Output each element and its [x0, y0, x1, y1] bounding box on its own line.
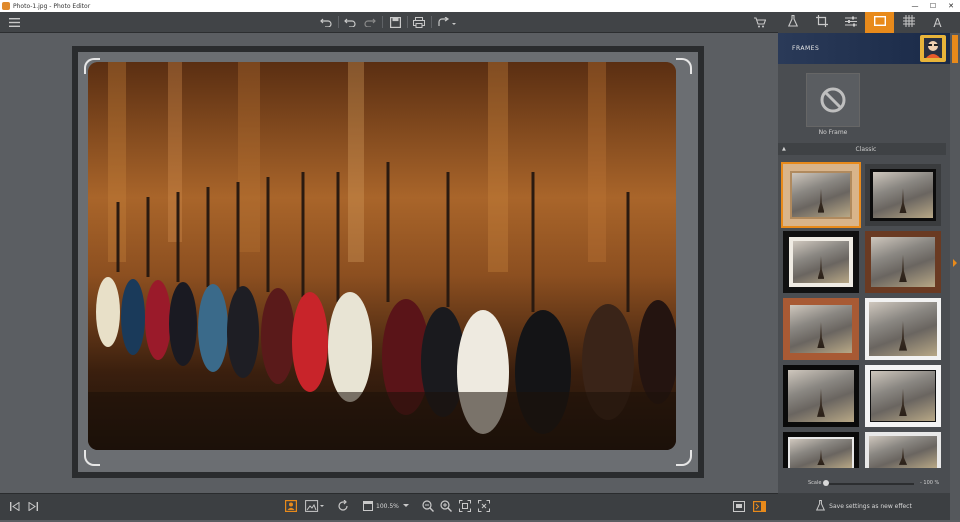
- redo-alt-icon[interactable]: [362, 14, 378, 30]
- zoom-value: 100.5%: [376, 502, 399, 510]
- scale-label: Scale: [808, 480, 822, 486]
- frame-corner-tl: [84, 58, 100, 74]
- text-tab[interactable]: A: [923, 12, 952, 33]
- portrait-view-icon[interactable]: [285, 499, 297, 513]
- compare-view-icon[interactable]: [305, 499, 325, 513]
- canvas-area[interactable]: [0, 33, 778, 493]
- framed-photo[interactable]: [72, 46, 704, 478]
- frames-panel: FRAMES No Frame ▲ Classic Scale - 100 % …: [778, 33, 950, 520]
- frame-icon: [873, 15, 886, 29]
- panel-title: FRAMES: [792, 45, 820, 52]
- first-image-icon[interactable]: [10, 499, 20, 513]
- zoom-select[interactable]: 100.5%: [363, 499, 409, 513]
- fit-to-screen-icon[interactable]: [459, 499, 471, 513]
- right-panel-tabs: A: [778, 12, 960, 33]
- frame-thumb-5[interactable]: [783, 298, 859, 360]
- maximize-button[interactable]: ☐: [924, 0, 942, 12]
- close-button[interactable]: ✕: [942, 0, 960, 12]
- avatar: [920, 35, 946, 62]
- frames-tab[interactable]: [865, 12, 894, 33]
- panel-header-banner: FRAMES: [778, 33, 950, 64]
- crop-tab[interactable]: [807, 12, 836, 33]
- photo-image[interactable]: [88, 62, 676, 450]
- scale-value: - 100 %: [920, 480, 940, 486]
- rotate-icon[interactable]: [337, 499, 349, 513]
- actual-size-icon[interactable]: [478, 499, 490, 513]
- zoom-out-icon[interactable]: [422, 499, 434, 513]
- redo-icon[interactable]: [342, 14, 358, 30]
- no-frame-icon: [820, 87, 846, 113]
- cart-icon[interactable]: [752, 14, 768, 30]
- minimize-button[interactable]: —: [906, 0, 924, 12]
- adjust-tab[interactable]: [836, 12, 865, 33]
- frame-thumb-3[interactable]: [783, 231, 859, 293]
- texture-icon: [902, 15, 915, 30]
- frame-thumb-1[interactable]: [781, 162, 861, 228]
- panel-scrollbar[interactable]: [950, 33, 960, 520]
- window-title: Photo-1.jpg - Photo Editor: [13, 2, 91, 10]
- scale-control: Scale - 100 %: [778, 476, 950, 490]
- zoom-in-icon[interactable]: [440, 499, 452, 513]
- scale-slider-track[interactable]: [824, 483, 914, 485]
- share-icon[interactable]: [436, 14, 458, 30]
- save-icon[interactable]: [387, 14, 403, 30]
- save-settings-button[interactable]: Save settings as new effect: [778, 493, 950, 520]
- hamburger-icon[interactable]: [6, 14, 22, 30]
- text-icon: A: [933, 15, 942, 30]
- frame-thumb-10[interactable]: [865, 432, 941, 468]
- next-image-icon[interactable]: [28, 499, 38, 513]
- frame-thumb-2[interactable]: [865, 164, 941, 226]
- frame-thumb-6[interactable]: [865, 298, 941, 360]
- side-panel-toggle-icon[interactable]: [753, 499, 766, 513]
- window-titlebar: Photo-1.jpg - Photo Editor — ☐ ✕: [0, 0, 960, 12]
- filmstrip-icon[interactable]: [733, 499, 745, 513]
- effects-tab[interactable]: [778, 12, 807, 33]
- no-frame-label: No Frame: [818, 129, 848, 136]
- flask-icon: [816, 499, 826, 514]
- bottom-toolbar: 100.5%: [0, 493, 778, 520]
- flask-icon: [787, 14, 798, 30]
- frame-thumb-4[interactable]: [865, 231, 941, 293]
- frame-thumb-9[interactable]: [783, 432, 859, 468]
- classic-section-header[interactable]: ▲ Classic: [778, 143, 946, 155]
- crop-icon: [815, 15, 828, 30]
- adjust-icon: [844, 16, 857, 30]
- no-frame-option[interactable]: [806, 73, 860, 127]
- main-toolbar: [0, 12, 778, 33]
- app-logo-icon: [2, 2, 10, 10]
- section-label: Classic: [855, 145, 877, 153]
- frame-thumb-7[interactable]: [783, 365, 859, 427]
- scale-slider-thumb[interactable]: [823, 480, 829, 486]
- save-settings-label: Save settings as new effect: [829, 503, 912, 510]
- frame-thumb-8[interactable]: [865, 365, 941, 427]
- undo-icon[interactable]: [318, 14, 334, 30]
- texture-tab[interactable]: [894, 12, 923, 33]
- print-icon[interactable]: [411, 14, 427, 30]
